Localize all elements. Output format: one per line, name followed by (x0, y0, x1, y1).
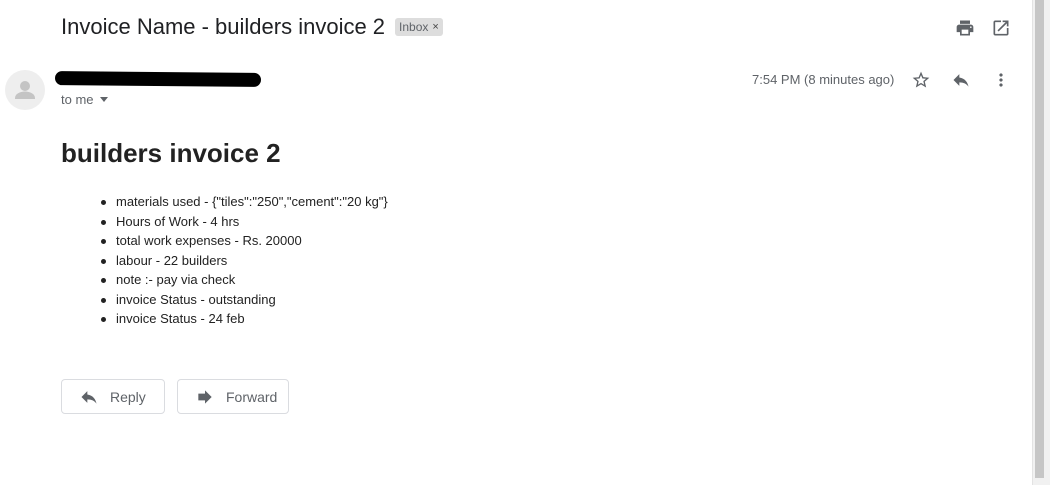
email-subject: Invoice Name - builders invoice 2 (61, 14, 386, 39)
list-item: invoice Status - outstanding (101, 290, 388, 310)
reply-icon (78, 386, 100, 408)
list-item: materials used - {"tiles":"250","cement"… (101, 192, 388, 212)
forward-button-label: Forward (226, 388, 278, 405)
default-avatar-icon (15, 81, 35, 99)
list-item: invoice Status - 24 feb (101, 309, 388, 329)
forward-button[interactable]: Forward (177, 379, 289, 414)
sender-name-redacted (54, 71, 262, 87)
forward-icon (194, 386, 216, 408)
email-timestamp: 7:54 PM (8 minutes ago) (752, 72, 895, 87)
open-in-new-window-icon[interactable] (989, 16, 1013, 40)
inbox-label[interactable]: Inbox × (395, 18, 443, 36)
chevron-down-icon[interactable] (99, 97, 108, 102)
more-vert-icon[interactable] (989, 68, 1013, 92)
recipient-label: to me (61, 92, 94, 107)
list-item: total work expenses - Rs. 20000 (101, 231, 388, 251)
reply-icon[interactable] (949, 68, 973, 92)
email-body-title: builders invoice 2 (61, 138, 281, 168)
recipient-line[interactable]: to me (61, 92, 108, 107)
list-item: Hours of Work - 4 hrs (101, 212, 388, 232)
sender-avatar[interactable] (5, 70, 45, 110)
print-icon[interactable] (953, 16, 977, 40)
reply-button[interactable]: Reply (61, 379, 165, 414)
list-item: note :- pay via check (101, 270, 388, 290)
list-item: labour - 22 builders (101, 251, 388, 271)
reply-button-label: Reply (110, 388, 146, 405)
scrollbar-thumb[interactable] (1035, 0, 1044, 478)
inbox-label-text: Inbox (399, 20, 429, 34)
subject-row: Invoice Name - builders invoice 2 Inbox … (61, 14, 443, 40)
invoice-details-list: materials used - {"tiles":"250","cement"… (101, 192, 388, 329)
star-icon[interactable] (909, 68, 933, 92)
remove-label-icon[interactable]: × (432, 21, 438, 33)
